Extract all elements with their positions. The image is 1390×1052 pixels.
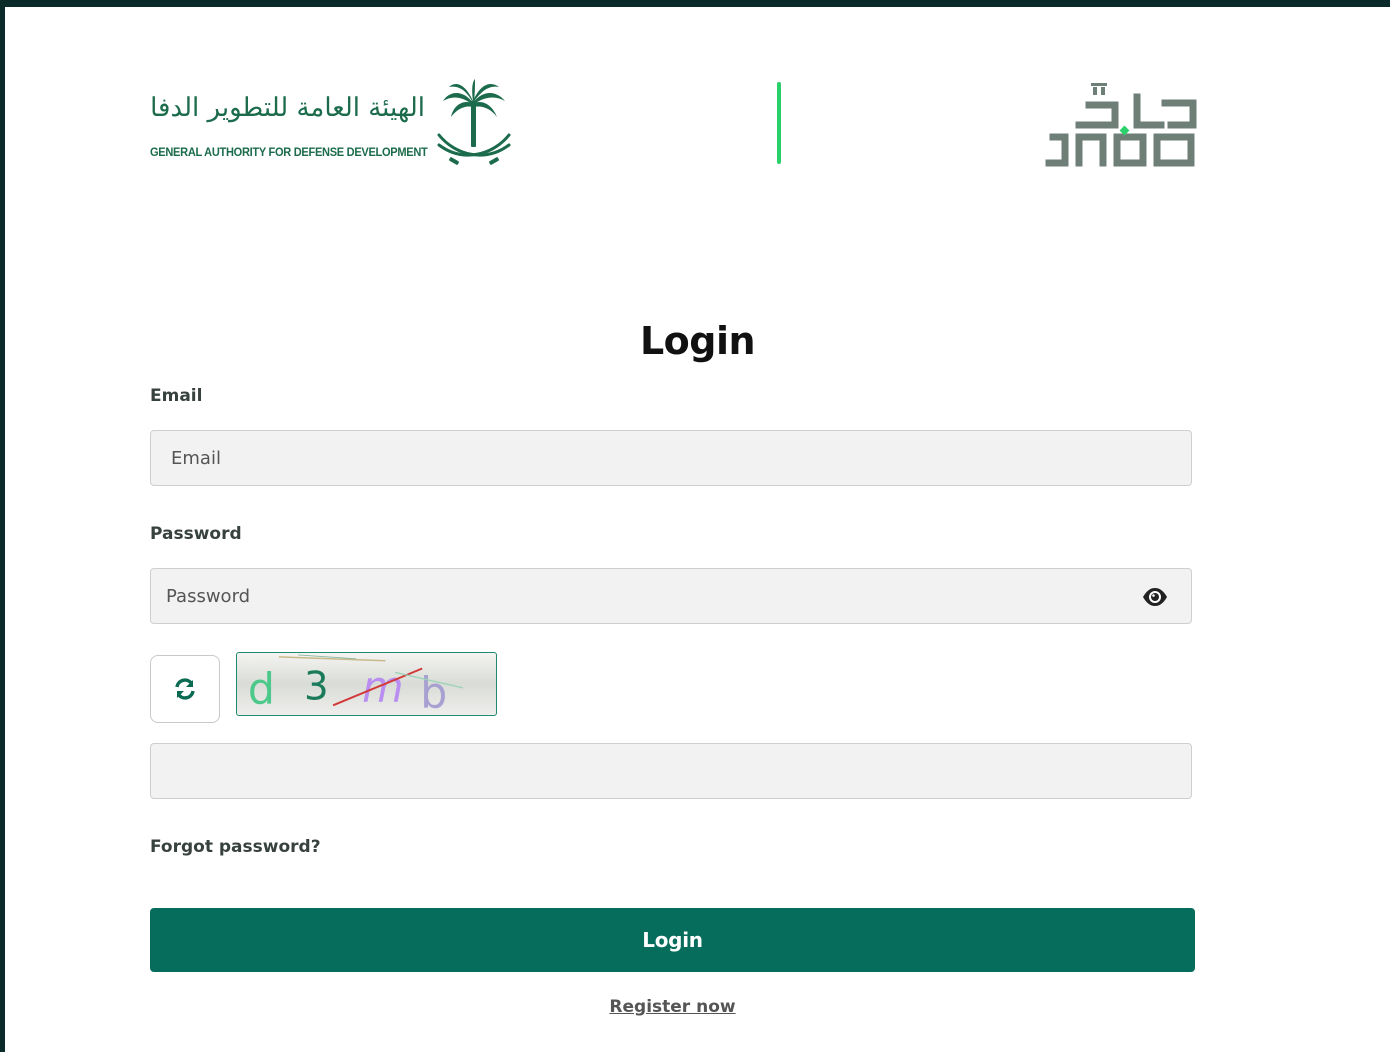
password-field[interactable] bbox=[150, 568, 1192, 624]
authority-name-english: GENERAL AUTHORITY FOR DEFENSE DEVELOPMEN… bbox=[150, 147, 428, 159]
authority-name-arabic: الهيئة العامة للتطوير الدفاعي bbox=[150, 93, 425, 123]
email-label: Email bbox=[150, 386, 203, 406]
eye-icon[interactable] bbox=[1141, 586, 1169, 608]
captcha-refresh-button[interactable] bbox=[150, 655, 220, 723]
header-divider bbox=[777, 82, 781, 164]
header: الهيئة العامة للتطوير الدفاعي GENERAL AU… bbox=[5, 7, 1390, 207]
login-button[interactable]: Login bbox=[150, 908, 1195, 972]
jado-logo-icon bbox=[1045, 83, 1197, 167]
captcha-input[interactable] bbox=[150, 743, 1192, 799]
captcha-image: d 3 m b bbox=[236, 652, 497, 716]
captcha-char-1: d bbox=[248, 664, 275, 714]
captcha-char-4: b bbox=[420, 668, 447, 716]
palm-swords-emblem-icon bbox=[437, 79, 511, 165]
email-field[interactable] bbox=[150, 430, 1192, 486]
refresh-icon bbox=[175, 678, 195, 700]
gadd-logo: الهيئة العامة للتطوير الدفاعي GENERAL AU… bbox=[150, 79, 515, 174]
login-title: Login bbox=[639, 319, 756, 363]
captcha-char-3: m bbox=[362, 662, 404, 712]
login-page: الهيئة العامة للتطوير الدفاعي GENERAL AU… bbox=[5, 7, 1390, 1052]
captcha-char-2: 3 bbox=[304, 665, 329, 710]
forgot-password-link[interactable]: Forgot password? bbox=[150, 837, 321, 857]
password-label: Password bbox=[150, 524, 242, 544]
register-link[interactable]: Register now bbox=[5, 997, 1340, 1017]
